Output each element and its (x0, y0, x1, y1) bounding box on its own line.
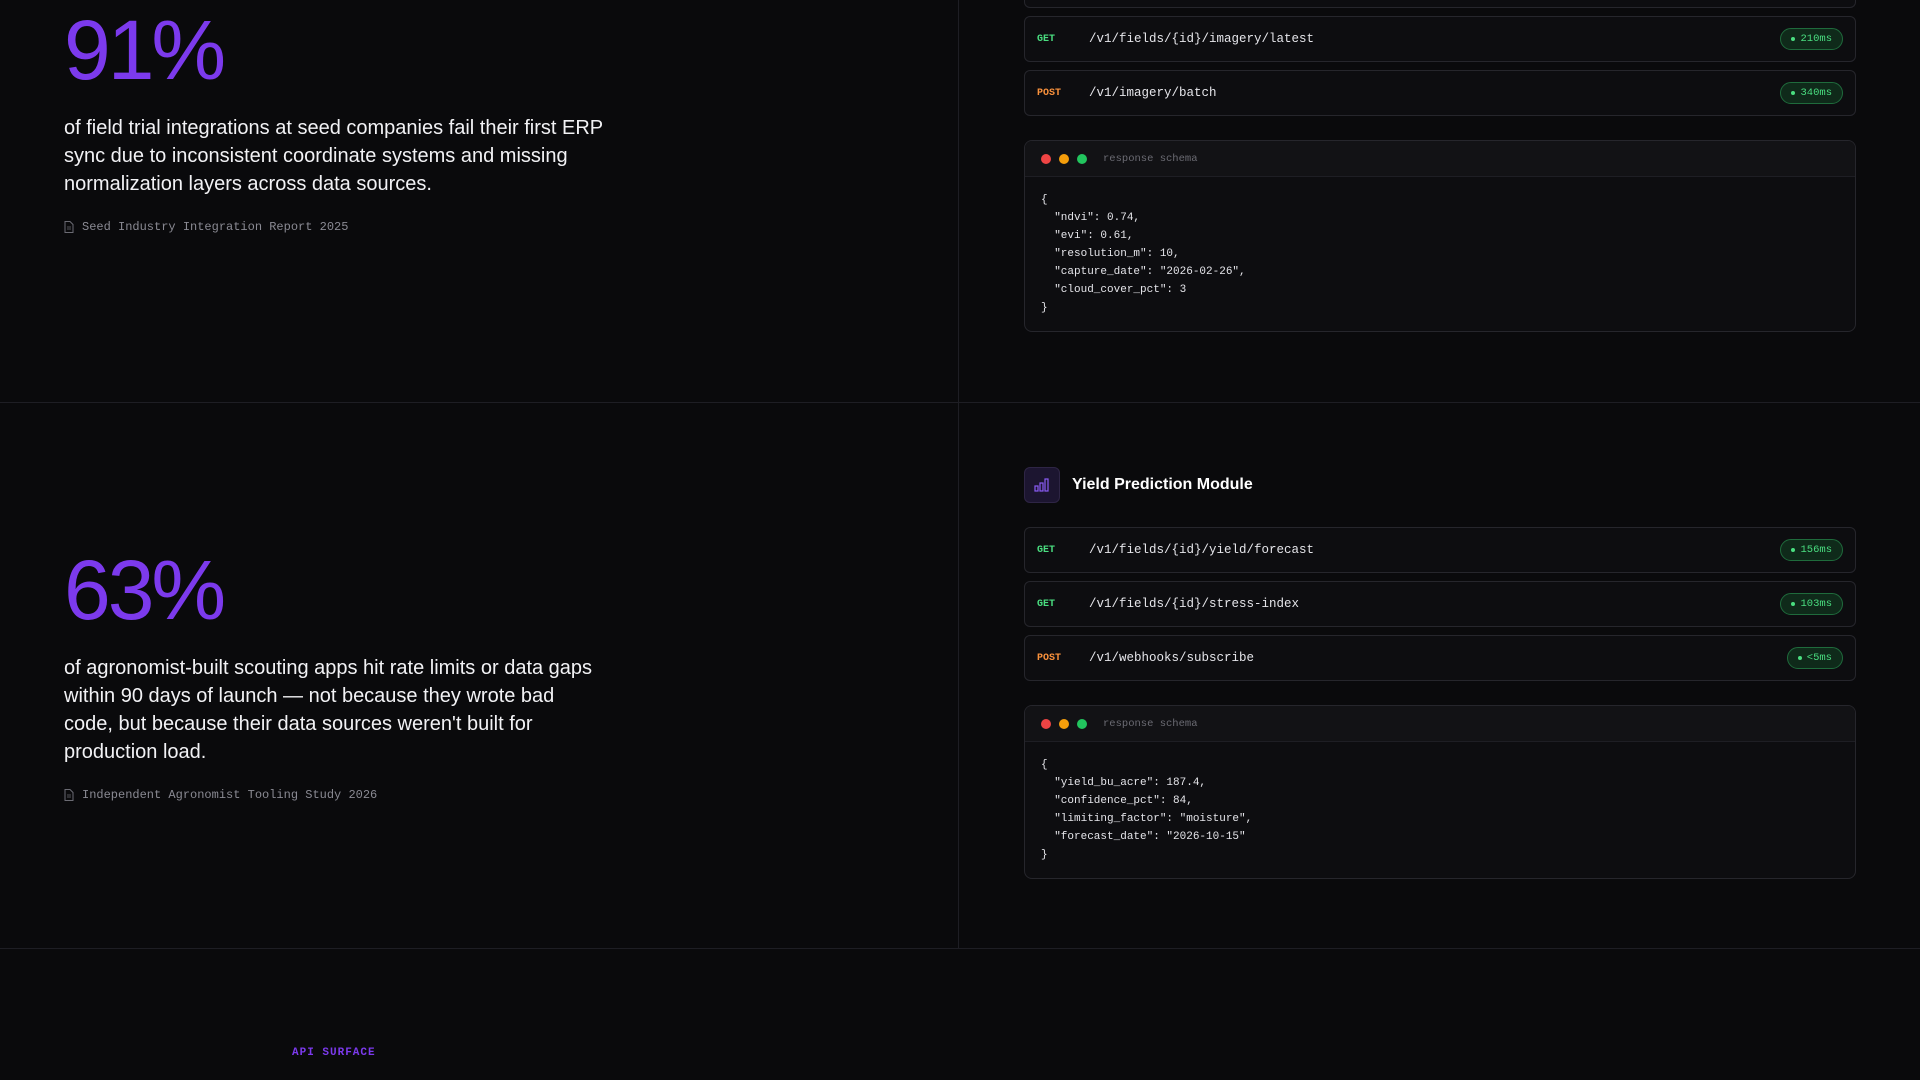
stat-source: Independent Agronomist Tooling Study 202… (64, 788, 604, 802)
section-eyebrow: API SURFACE (292, 1047, 376, 1059)
schema-header: response schema (1025, 706, 1855, 742)
latency-value: <5ms (1806, 652, 1832, 664)
stat-source-label: Independent Agronomist Tooling Study 202… (82, 788, 378, 802)
module-header: Yield Prediction Module (1024, 467, 1856, 503)
stat-description: of field trial integrations at seed comp… (64, 117, 603, 195)
endpoint-row-cut (1024, 0, 1856, 8)
latency-badge: 340ms (1780, 82, 1843, 104)
imagery-endpoints: GET /v1/fields/{id}/imagery/latest 210ms… (1024, 0, 1856, 332)
endpoint-path: /v1/fields/{id}/imagery/latest (1089, 32, 1315, 46)
schema-title: response schema (1103, 152, 1198, 165)
schema-title: response schema (1103, 717, 1198, 730)
endpoint-row[interactable]: GET /v1/fields/{id}/imagery/latest 210ms (1024, 16, 1856, 62)
document-icon (64, 221, 74, 233)
stat-value: 91% (64, 3, 226, 97)
schema-code: { "yield_bu_acre": 187.4, "confidence_pc… (1041, 759, 1253, 861)
response-schema-card: response schema { "ndvi": 0.74, "evi": 0… (1024, 140, 1856, 332)
http-method: GET (1037, 544, 1056, 556)
window-close-dot (1041, 718, 1051, 729)
latency-value: 340ms (1800, 87, 1832, 99)
document-icon (64, 789, 74, 801)
stat-description: of agronomist-built scouting apps hit ra… (64, 657, 593, 763)
window-minimize-dot (1059, 153, 1069, 164)
endpoint-row[interactable]: GET /v1/fields/{id}/stress-index 103ms (1024, 581, 1856, 627)
latency-badge: 156ms (1780, 539, 1843, 561)
bar-chart-icon (1024, 467, 1060, 503)
latency-badge: 103ms (1780, 593, 1843, 615)
latency-badge: <5ms (1786, 647, 1843, 669)
stat-block-2: 63% of agronomist-built scouting apps hi… (64, 548, 604, 802)
yield-module: Yield Prediction Module GET /v1/fields/{… (1024, 467, 1856, 879)
latency-value: 103ms (1800, 598, 1832, 610)
window-minimize-dot (1059, 718, 1069, 729)
column-divider (958, 0, 959, 949)
module-title: Yield Prediction Module (1072, 476, 1253, 493)
endpoint-path: /v1/fields/{id}/stress-index (1089, 597, 1300, 611)
http-method: POST (1037, 87, 1062, 99)
stat-value: 63% (64, 543, 226, 637)
schema-code: { "ndvi": 0.74, "evi": 0.61, "resolution… (1041, 194, 1246, 314)
latency-value: 210ms (1800, 33, 1832, 45)
window-close-dot (1041, 153, 1051, 164)
endpoint-path: /v1/webhooks/subscribe (1089, 651, 1255, 665)
endpoint-row[interactable]: POST /v1/webhooks/subscribe <5ms (1024, 635, 1856, 681)
stat-source: Seed Industry Integration Report 2025 (64, 220, 604, 234)
endpoint-row[interactable]: GET /v1/fields/{id}/yield/forecast 156ms (1024, 527, 1856, 573)
window-maximize-dot (1077, 718, 1087, 729)
response-schema-card: response schema { "yield_bu_acre": 187.4… (1024, 705, 1856, 879)
endpoint-row[interactable]: POST /v1/imagery/batch 340ms (1024, 70, 1856, 116)
endpoint-path: /v1/imagery/batch (1089, 86, 1217, 100)
latency-value: 156ms (1800, 544, 1832, 556)
http-method: POST (1037, 652, 1062, 664)
http-method: GET (1037, 598, 1056, 610)
http-method: GET (1037, 33, 1056, 45)
endpoint-path: /v1/fields/{id}/yield/forecast (1089, 543, 1315, 557)
schema-header: response schema (1025, 141, 1855, 177)
window-maximize-dot (1077, 153, 1087, 164)
latency-badge: 210ms (1780, 28, 1843, 50)
stat-source-label: Seed Industry Integration Report 2025 (82, 220, 349, 234)
stat-block-1: 91% of field trial integrations at seed … (64, 8, 604, 234)
